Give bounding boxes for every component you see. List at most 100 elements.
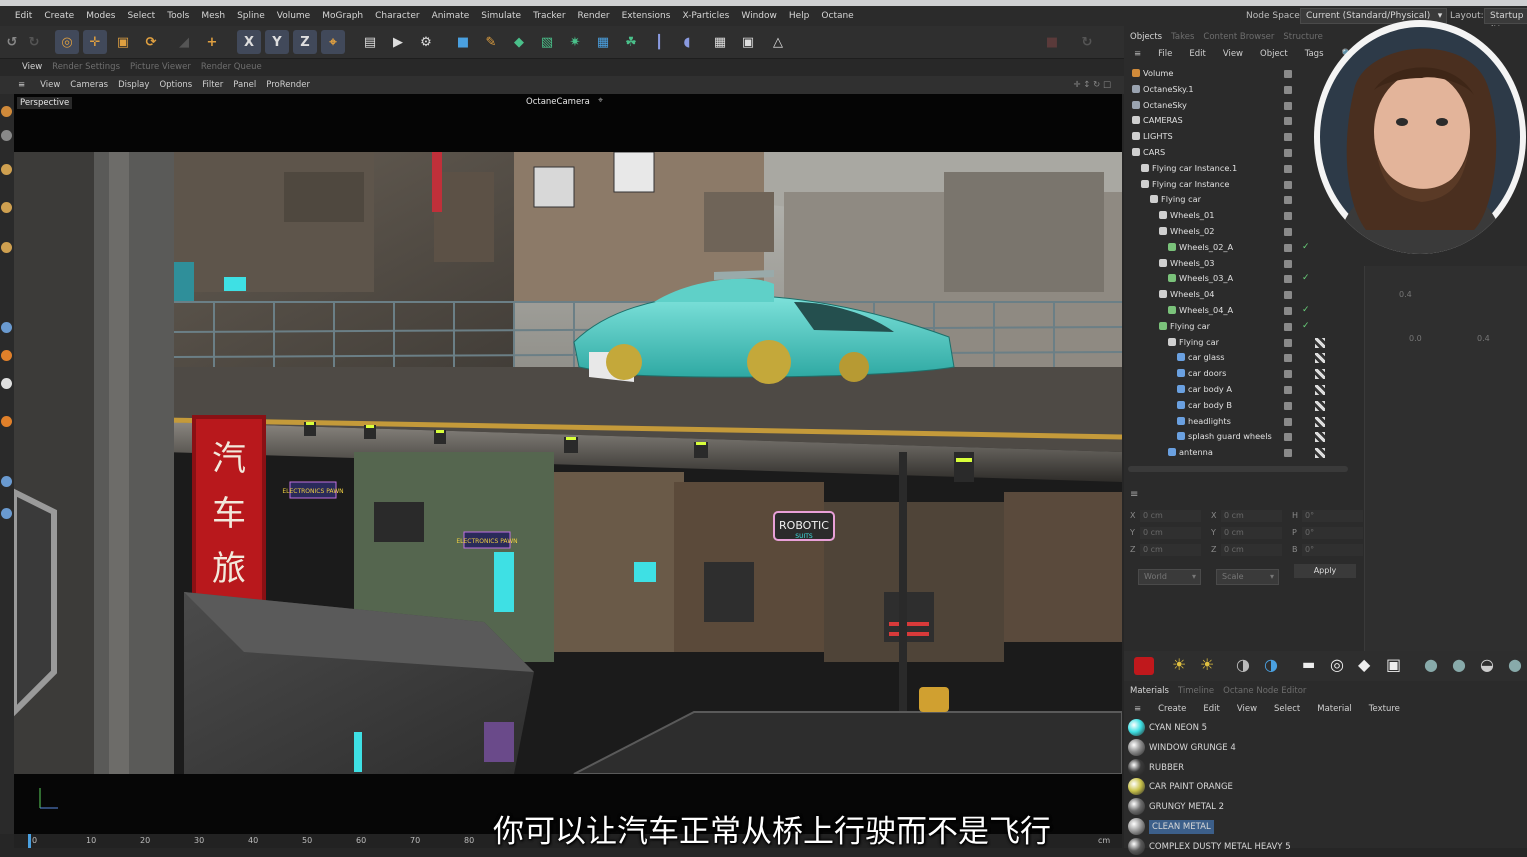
visibility-toggle[interactable] <box>1284 386 1292 394</box>
viewport-tab-render-queue[interactable]: Render Queue <box>196 59 267 76</box>
render-view-icon[interactable]: ▤ <box>358 30 382 54</box>
layout-value[interactable]: Startup (U <box>1484 8 1527 35</box>
material-row[interactable]: GRUNGY METAL 2 <box>1128 798 1398 817</box>
coord-field[interactable]: 0 cm <box>1221 510 1282 522</box>
select-tool-icon[interactable]: ◎ <box>55 30 79 54</box>
menu-help[interactable]: Help <box>783 6 816 26</box>
camera-target-icon[interactable]: ⌖ <box>598 96 603 106</box>
coord-scale-dropdown[interactable]: Scale <box>1216 564 1279 585</box>
object-row[interactable]: car body A <box>1177 382 1407 398</box>
subdivision-icon[interactable]: ◆ <box>507 30 531 54</box>
material-sphere-2-icon[interactable]: ● <box>1452 655 1466 674</box>
object-row[interactable]: car glass <box>1177 350 1407 366</box>
material-sphere-3-icon[interactable]: ● <box>1508 655 1522 674</box>
menu-modes[interactable]: Modes <box>80 6 121 26</box>
material-row[interactable]: CYAN NEON 5 <box>1128 719 1398 738</box>
viewport-menu-panel[interactable]: Panel <box>228 76 261 94</box>
visibility-toggle[interactable] <box>1284 212 1292 221</box>
coord-apply-button[interactable]: Apply <box>1294 564 1356 578</box>
area-light-icon[interactable]: ▬ <box>1302 657 1315 673</box>
coord-field[interactable]: 0° <box>1302 544 1363 556</box>
sun-light-icon[interactable]: ☀ <box>1172 655 1186 674</box>
object-menu-tags[interactable]: Tags <box>1305 49 1324 59</box>
visibility-toggle[interactable] <box>1284 322 1292 331</box>
points-mode-icon[interactable] <box>1 164 12 175</box>
material-sphere-icon[interactable]: ● <box>1424 655 1438 674</box>
coord-world-value[interactable]: World <box>1138 569 1201 585</box>
spot-light-icon[interactable]: ◎ <box>1330 655 1344 674</box>
menu-volume[interactable]: Volume <box>271 6 316 26</box>
axis-icon[interactable] <box>1 378 12 389</box>
material-tag-icon[interactable] <box>1315 353 1325 364</box>
material-tag-icon[interactable] <box>1315 385 1325 395</box>
coord-field[interactable]: 0 cm <box>1140 510 1201 522</box>
target-light-icon[interactable]: ◆ <box>1358 655 1370 674</box>
edges-mode-icon[interactable] <box>1 202 12 213</box>
material-tag-icon[interactable] <box>1315 416 1325 427</box>
viewport-menu-options[interactable]: Options <box>154 76 197 94</box>
material-row[interactable]: CLEAN METAL <box>1128 818 1398 837</box>
visibility-toggle[interactable] <box>1284 259 1292 268</box>
object-menu-edit[interactable]: Edit <box>1189 49 1205 59</box>
visibility-toggle[interactable] <box>1284 180 1292 189</box>
object-tag-icon[interactable]: ▣ <box>1386 655 1401 674</box>
enabled-check-icon[interactable]: ✓ <box>1302 305 1310 315</box>
workplane-icon[interactable] <box>1 350 12 361</box>
field-icon[interactable]: ┃ <box>647 30 671 54</box>
material-menu-texture[interactable]: Texture <box>1369 704 1400 714</box>
viewport-tab-picture-viewer[interactable]: Picture Viewer <box>125 59 196 76</box>
hamburger-icon[interactable]: ≡ <box>1134 704 1141 714</box>
tab-objects[interactable]: Objects <box>1130 32 1162 42</box>
viewport-tab-view[interactable]: View <box>17 59 47 76</box>
viewport-tab-render-settings[interactable]: Render Settings <box>47 59 125 76</box>
3d-viewport[interactable]: Perspective OctaneCamera ⌖ 汽 车 旅 ROBOTIC… <box>14 94 1122 834</box>
x-axis-lock-icon[interactable]: X <box>237 30 261 54</box>
render-picture-viewer-icon[interactable]: ▶ <box>386 30 410 54</box>
menu-tracker[interactable]: Tracker <box>527 6 571 26</box>
object-row[interactable]: car doors <box>1177 366 1407 382</box>
z-axis-lock-icon[interactable]: Z <box>293 30 317 54</box>
visibility-toggle[interactable] <box>1284 85 1292 94</box>
rotate-tool-icon[interactable]: ⟳ <box>139 30 163 54</box>
visibility-toggle[interactable] <box>1284 149 1292 157</box>
material-menu-material[interactable]: Material <box>1317 704 1352 714</box>
floor-icon[interactable]: ▦ <box>708 30 732 54</box>
material-menu-create[interactable]: Create <box>1158 704 1186 714</box>
object-row[interactable]: headlights <box>1177 414 1407 430</box>
menu-simulate[interactable]: Simulate <box>475 6 527 26</box>
add-tool-icon[interactable]: + <box>200 30 224 54</box>
material-tag-icon[interactable] <box>1315 400 1325 411</box>
coord-world-dropdown[interactable]: World <box>1138 564 1201 585</box>
undo-icon[interactable]: ↺ <box>0 30 24 54</box>
daylight-icon[interactable]: ☀ <box>1200 655 1214 674</box>
menu-window[interactable]: Window <box>735 6 783 26</box>
enabled-check-icon[interactable]: ✓ <box>1302 321 1310 331</box>
visibility-toggle[interactable] <box>1284 117 1292 126</box>
attributes-hamburger-icon[interactable]: ≡ <box>1130 489 1138 500</box>
env-icon[interactable]: ◑ <box>1236 655 1250 674</box>
cloner-icon[interactable]: ✷ <box>563 30 587 54</box>
object-menu-file[interactable]: File <box>1158 49 1172 59</box>
visibility-toggle[interactable] <box>1284 133 1292 142</box>
object-manager-scrollbar[interactable] <box>1128 466 1348 472</box>
visibility-toggle[interactable] <box>1284 354 1292 363</box>
material-row[interactable]: WINDOW GRUNGE 4 <box>1128 738 1398 758</box>
mograph-icon[interactable]: ☘ <box>619 30 643 54</box>
visibility-toggle[interactable] <box>1284 401 1292 410</box>
menu-mograph[interactable]: MoGraph <box>316 6 369 26</box>
material-tag-icon[interactable] <box>1315 432 1325 443</box>
playhead-marker[interactable] <box>28 834 31 848</box>
hdri-icon[interactable]: ◑ <box>1264 655 1278 674</box>
object-row[interactable]: Flying car <box>1159 319 1389 335</box>
tab-timeline[interactable]: Timeline <box>1178 686 1214 696</box>
object-row[interactable]: Wheels_02_A <box>1168 240 1398 256</box>
lock-icon[interactable] <box>1 416 12 427</box>
material-tag-icon[interactable] <box>1315 369 1325 380</box>
menu-animate[interactable]: Animate <box>426 6 476 26</box>
octane-render-icon[interactable] <box>1134 657 1154 675</box>
redo-icon[interactable]: ↻ <box>22 30 46 54</box>
material-row[interactable]: CAR PAINT ORANGE <box>1128 778 1398 797</box>
object-menu-object[interactable]: Object <box>1260 49 1288 59</box>
enabled-check-icon[interactable]: ✓ <box>1302 242 1310 252</box>
menu-spline[interactable]: Spline <box>231 6 271 26</box>
